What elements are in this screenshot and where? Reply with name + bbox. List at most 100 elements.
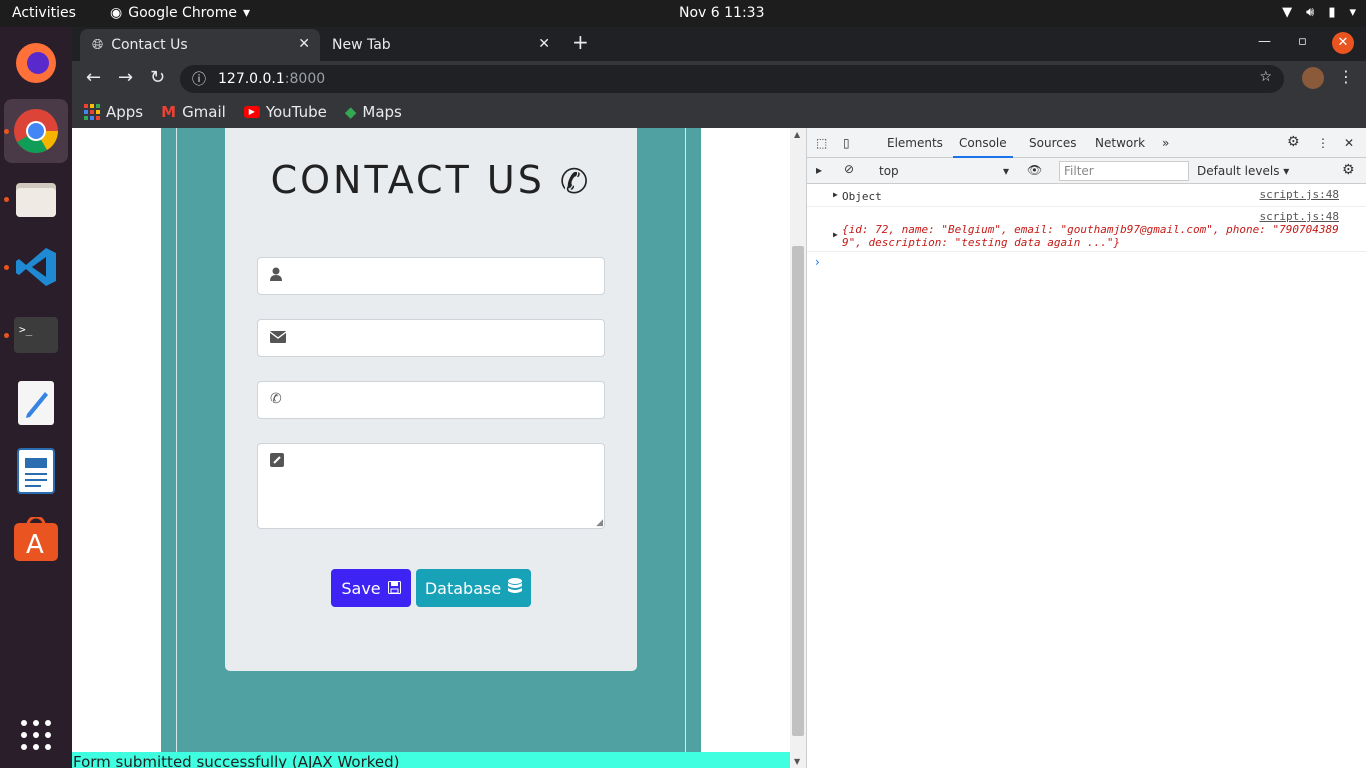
bookmark-maps[interactable]: ◆ Maps (345, 103, 402, 121)
device-toolbar-icon[interactable]: ▯ (843, 136, 850, 150)
log-object-line-2: 9", description: "testing data again ...… (842, 236, 1121, 249)
bookmark-gmail[interactable]: M Gmail (161, 103, 226, 121)
clear-console-icon[interactable]: ⊘ (844, 162, 854, 176)
chevron-down-icon: ▾ (242, 5, 250, 21)
database-label: Database (424, 578, 502, 598)
bookmark-label: Apps (106, 103, 144, 121)
app-name: Google Chrome (128, 5, 237, 21)
devtools-menu-icon[interactable]: ⋮ (1317, 136, 1329, 150)
firefox-icon[interactable] (12, 39, 60, 87)
tab-console[interactable]: Console (953, 136, 1013, 158)
tab-title: Contact Us (111, 37, 188, 53)
scroll-up-icon[interactable]: ▲ (794, 130, 800, 139)
menu-kebab-icon[interactable]: ⋮ (1338, 67, 1354, 86)
more-tabs-icon[interactable]: » (1162, 136, 1169, 150)
close-tab-icon[interactable]: ✕ (298, 36, 310, 52)
system-tray[interactable]: ▼ 🔊︎ ▮ ▾ (1282, 5, 1356, 20)
phone-input[interactable]: ✆ (257, 381, 605, 419)
info-icon: ⓘ (192, 72, 206, 88)
new-tab-button[interactable]: + (572, 30, 589, 54)
console-log-entry[interactable]: script.js:48 ▶ {id: 72, name: "Belgium",… (807, 208, 1366, 252)
tab-contact-us[interactable]: 🌐︎ Contact Us ✕ (80, 29, 320, 61)
name-input[interactable] (257, 257, 605, 295)
gmail-icon: M (161, 103, 177, 121)
page-scrollbar[interactable]: ▲ ▼ (790, 128, 806, 768)
bookmark-label: Maps (362, 103, 402, 121)
bookmark-youtube[interactable]: ▶ YouTube (243, 103, 327, 121)
minimize-button[interactable]: — (1258, 34, 1271, 49)
page-viewport: CONTACT US ✆ ✆ ◢ Save Database Form subm… (72, 128, 790, 768)
tab-new-tab[interactable]: New Tab ✕ (320, 29, 560, 61)
bookmark-label: Gmail (182, 103, 226, 121)
console-settings-icon[interactable]: ⚙ (1342, 162, 1355, 178)
bookmark-label: YouTube (265, 103, 327, 121)
contact-card: CONTACT US ✆ ✆ ◢ Save Database (225, 128, 637, 671)
chevron-down-icon: ▾ (1002, 164, 1009, 178)
text-editor-icon[interactable] (12, 379, 60, 427)
tab-title: New Tab (332, 37, 391, 53)
database-button[interactable]: Database (416, 569, 531, 607)
log-source-link[interactable]: script.js:48 (1260, 210, 1339, 223)
close-devtools-icon[interactable]: ✕ (1344, 136, 1354, 150)
save-button[interactable]: Save (331, 569, 411, 607)
url-port: :8000 (284, 71, 326, 87)
app-grid-icon[interactable] (12, 711, 60, 759)
close-tab-icon[interactable]: ✕ (538, 36, 550, 52)
forward-button[interactable]: → (118, 67, 133, 88)
user-icon (270, 267, 282, 285)
software-icon[interactable]: A (12, 515, 60, 563)
youtube-icon: ▶ (243, 106, 260, 118)
levels-dropdown[interactable]: Default levels ▾ (1197, 164, 1289, 178)
back-button[interactable]: ← (86, 67, 101, 88)
log-text: Object (842, 190, 882, 203)
tab-elements[interactable]: Elements (887, 136, 943, 150)
avatar[interactable] (1302, 67, 1324, 89)
reload-button[interactable]: ↻ (150, 67, 165, 88)
save-label: Save (341, 578, 381, 598)
maximize-button[interactable]: ▫ (1298, 34, 1307, 49)
settings-gear-icon[interactable]: ⚙ (1287, 134, 1300, 150)
context-label: top (879, 164, 899, 178)
console-log-entry[interactable]: ▶ Object script.js:48 (807, 185, 1366, 207)
app-menu[interactable]: ◉ Google Chrome ▾ (110, 5, 250, 21)
wifi-icon: ▼ (1282, 5, 1293, 20)
inspect-element-icon[interactable]: ⬚ (816, 136, 827, 150)
description-textarea[interactable]: ◢ (257, 443, 605, 529)
phone-icon: ✆ (559, 162, 592, 202)
clock[interactable]: Nov 6 11:33 (679, 5, 764, 21)
terminal-icon[interactable]: >_ (12, 311, 60, 359)
maps-icon: ◆ (344, 103, 357, 121)
tab-sources[interactable]: Sources (1029, 136, 1076, 150)
bookmark-apps[interactable]: Apps (84, 103, 143, 121)
expand-arrow-icon[interactable]: ▶ (833, 190, 838, 199)
expand-arrow-icon[interactable]: ▶ (833, 230, 838, 239)
activities-button[interactable]: Activities (12, 5, 76, 21)
log-object-line-1: {id: 72, name: "Belgium", email: "goutha… (842, 223, 1339, 236)
star-icon[interactable]: ☆ (1259, 69, 1272, 85)
tab-network[interactable]: Network (1095, 136, 1145, 150)
log-source-link[interactable]: script.js:48 (1260, 188, 1339, 201)
filter-input[interactable]: Filter (1059, 161, 1189, 181)
sidebar-toggle-icon[interactable]: ▸ (816, 163, 822, 177)
close-window-button[interactable]: ✕ (1332, 32, 1354, 54)
writer-icon[interactable] (12, 447, 60, 495)
context-selector[interactable]: top ▾ (879, 164, 1009, 178)
chrome-small-icon: ◉ (110, 5, 123, 21)
database-icon (508, 578, 523, 598)
status-message: Form submitted successfully (AJAX Worked… (72, 752, 790, 768)
console-prompt-icon[interactable]: › (815, 255, 820, 269)
scroll-down-icon[interactable]: ▼ (794, 757, 800, 766)
resize-handle-icon[interactable]: ◢ (596, 518, 603, 528)
svg-text:A: A (26, 530, 44, 560)
email-input[interactable] (257, 319, 605, 357)
vscode-icon[interactable] (12, 243, 60, 291)
dock: >_ A (0, 27, 72, 768)
eye-icon[interactable]: 👁︎ (1027, 163, 1042, 177)
devtools-panel: ⬚ ▯ Elements Console Sources Network » ⚙… (806, 128, 1366, 768)
scrollbar-thumb[interactable] (792, 246, 804, 736)
chrome-icon[interactable] (4, 99, 68, 163)
files-icon[interactable] (12, 175, 60, 223)
address-bar[interactable]: ⓘ 127.0.0.1:8000 ☆ (180, 65, 1284, 93)
running-indicator (4, 129, 9, 134)
apps-grid-icon (84, 104, 100, 120)
